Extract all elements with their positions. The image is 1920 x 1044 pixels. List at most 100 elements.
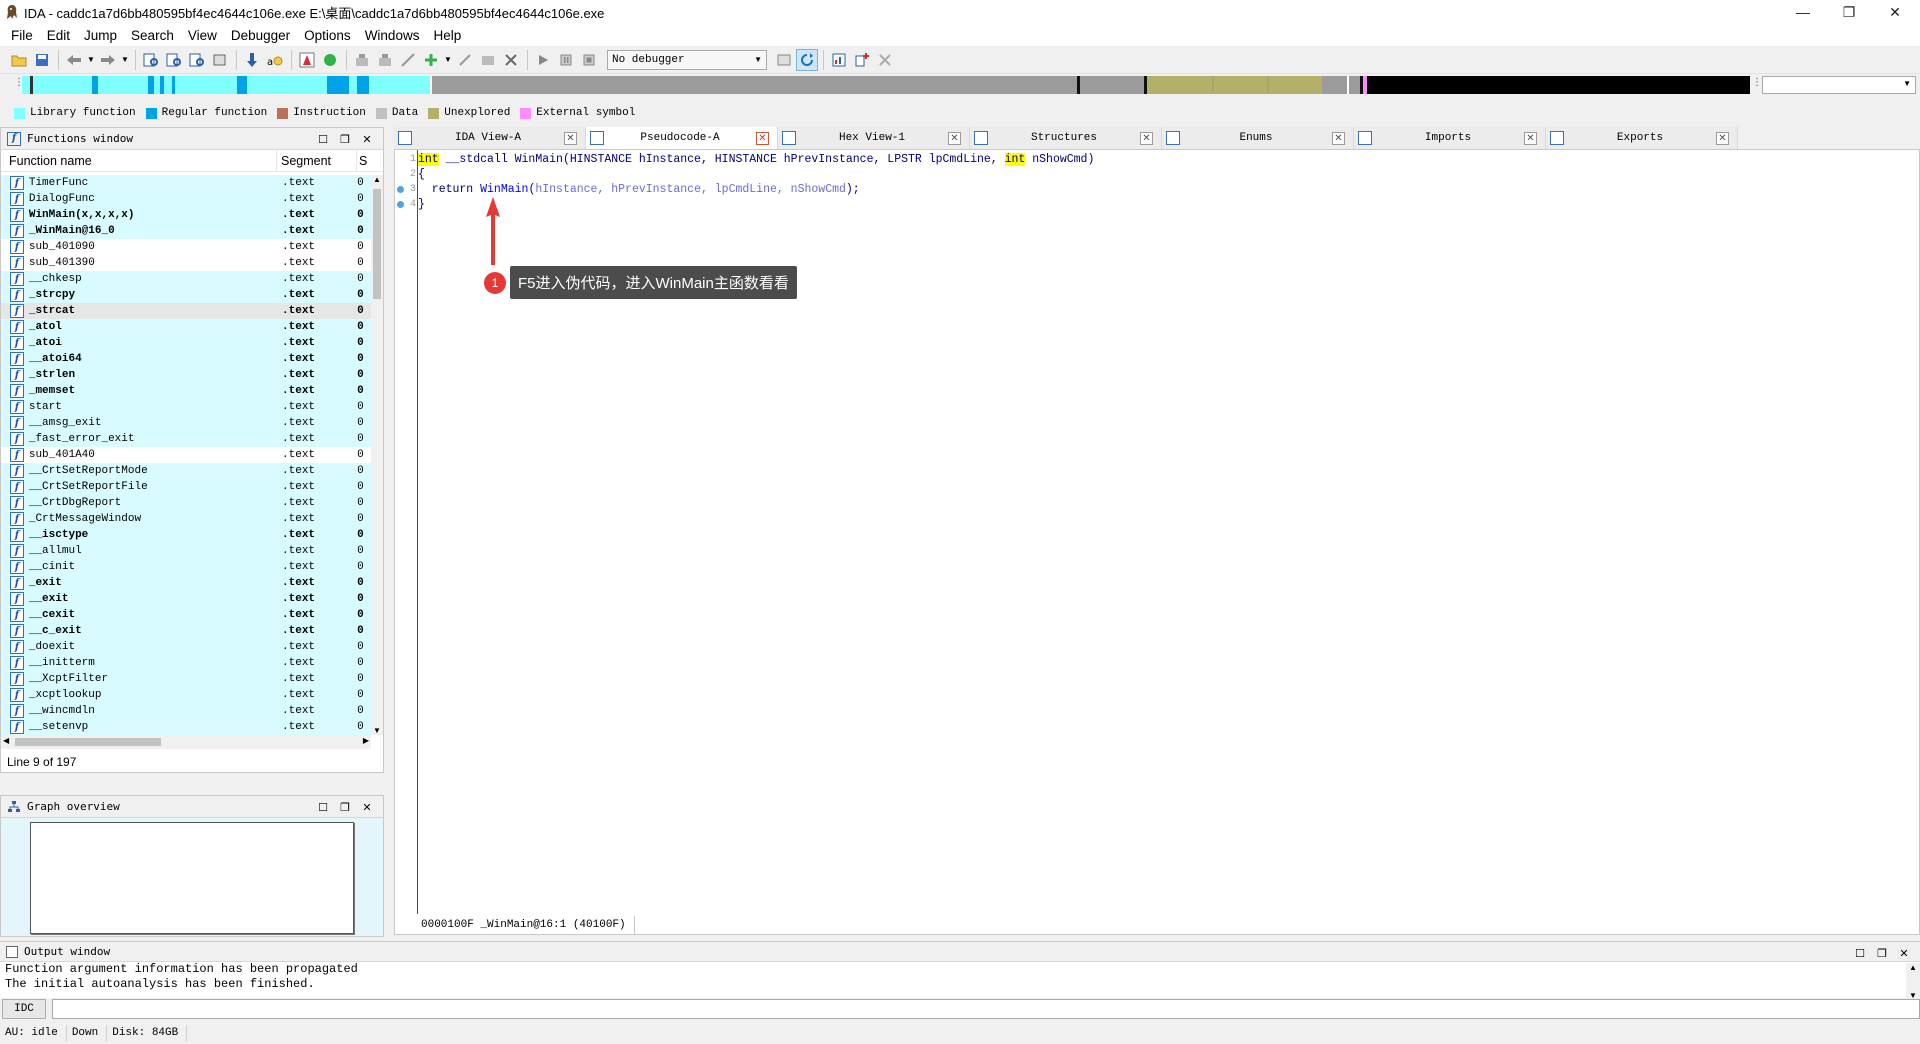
- scroll-down-icon[interactable]: ▼: [373, 726, 381, 735]
- function-row[interactable]: f _atol .text 0: [1, 319, 371, 335]
- graph-icon-4[interactable]: [454, 49, 476, 71]
- tab-imports[interactable]: Imports ✕: [1354, 127, 1546, 149]
- menu-edit[interactable]: Edit: [40, 28, 77, 43]
- immediate-search-icon[interactable]: [186, 49, 208, 71]
- debugger-select[interactable]: No debugger ▼: [607, 49, 767, 70]
- back-arrow-icon[interactable]: [63, 49, 85, 71]
- function-row[interactable]: f _WinMain@16_0 .text 0: [1, 223, 371, 239]
- maximize-icon[interactable]: ☐: [315, 131, 331, 147]
- column-function-name[interactable]: Function name: [1, 149, 277, 172]
- idc-button[interactable]: IDC: [2, 999, 46, 1019]
- float-icon[interactable]: ❐: [337, 131, 353, 147]
- close-window-button[interactable]: ✕: [1872, 0, 1918, 24]
- menu-options[interactable]: Options: [297, 28, 358, 43]
- function-row[interactable]: f sub_401A40 .text 0: [1, 447, 371, 463]
- minimize-button[interactable]: —: [1780, 0, 1826, 24]
- close-icon[interactable]: ✕: [564, 131, 577, 145]
- text-search-icon[interactable]: [163, 49, 185, 71]
- code-line-2[interactable]: {: [418, 167, 425, 182]
- function-row[interactable]: f __CrtDbgReport .text 0: [1, 495, 371, 511]
- tab-ida-view-a[interactable]: IDA View-A ✕: [394, 127, 586, 149]
- scroll-up-icon[interactable]: ▲: [1909, 963, 1917, 972]
- graph-overview-canvas[interactable]: [30, 822, 354, 934]
- menu-view[interactable]: View: [181, 28, 224, 43]
- graph-icon-2[interactable]: [374, 49, 396, 71]
- maximize-icon[interactable]: ☐: [315, 799, 331, 815]
- navigation-combo[interactable]: ▼: [1762, 76, 1916, 94]
- tab-hex-view-1[interactable]: Hex View-1 ✕: [778, 127, 970, 149]
- abc-icon[interactable]: [296, 49, 318, 71]
- scrollbar-thumb[interactable]: [373, 189, 381, 299]
- float-icon[interactable]: ❐: [1874, 945, 1890, 961]
- function-row[interactable]: f __amsg_exit .text 0: [1, 415, 371, 431]
- menu-jump[interactable]: Jump: [77, 28, 124, 43]
- function-row[interactable]: f __cinit .text 0: [1, 559, 371, 575]
- function-row[interactable]: f __initterm .text 0: [1, 655, 371, 671]
- tab-structures[interactable]: Structures ✕: [970, 127, 1162, 149]
- close-icon[interactable]: ✕: [359, 131, 375, 147]
- chevron-down-icon[interactable]: ▼: [120, 49, 130, 71]
- add-item-icon[interactable]: [851, 49, 873, 71]
- function-row[interactable]: f sub_401390 .text 0: [1, 255, 371, 271]
- function-row[interactable]: f _xcptlookup .text 0: [1, 687, 371, 703]
- close-icon[interactable]: ✕: [1140, 131, 1153, 145]
- output-scrollbar[interactable]: ▲ ▼: [1906, 963, 1920, 1000]
- close-icon[interactable]: ✕: [756, 131, 769, 145]
- graph-icon-3[interactable]: [397, 49, 419, 71]
- function-row[interactable]: f __CrtSetReportFile .text 0: [1, 479, 371, 495]
- close-icon[interactable]: ✕: [1716, 131, 1729, 145]
- function-row[interactable]: f __c_exit .text 0: [1, 623, 371, 639]
- close-icon[interactable]: ✕: [359, 799, 375, 815]
- scrollbar-thumb[interactable]: [15, 738, 161, 746]
- breakpoint-dot-icon[interactable]: [397, 201, 404, 208]
- stop-icon[interactable]: [578, 49, 600, 71]
- function-row[interactable]: f WinMain(x,x,x,x) .text 0: [1, 207, 371, 223]
- function-row[interactable]: f _atoi .text 0: [1, 335, 371, 351]
- function-row[interactable]: f __isctype .text 0: [1, 527, 371, 543]
- close-icon[interactable]: ✕: [1332, 131, 1345, 145]
- gutter-line[interactable]: 3: [395, 182, 417, 197]
- menu-search[interactable]: Search: [124, 28, 181, 43]
- menu-windows[interactable]: Windows: [358, 28, 427, 43]
- close-icon[interactable]: ✕: [1896, 945, 1912, 961]
- scroll-right-icon[interactable]: ▶: [363, 736, 369, 745]
- function-row[interactable]: f _doexit .text 0: [1, 639, 371, 655]
- refresh-icon[interactable]: [796, 48, 818, 71]
- chevron-down-icon[interactable]: ▼: [86, 49, 96, 71]
- debug-options-icon[interactable]: [773, 49, 795, 71]
- menu-help[interactable]: Help: [426, 28, 468, 43]
- column-start[interactable]: S: [357, 150, 371, 172]
- sequence-search-icon[interactable]: [209, 49, 231, 71]
- forward-arrow-icon[interactable]: [97, 49, 119, 71]
- function-row[interactable]: f __CrtSetReportMode .text 0: [1, 463, 371, 479]
- breakpoint-dot-icon[interactable]: [397, 186, 404, 193]
- function-row[interactable]: f __cexit .text 0: [1, 607, 371, 623]
- menu-debugger[interactable]: Debugger: [224, 28, 297, 43]
- add-breakpoint-icon[interactable]: [420, 49, 442, 71]
- function-row[interactable]: f DialogFunc .text 0: [1, 191, 371, 207]
- graph-icon-1[interactable]: [351, 49, 373, 71]
- tab-enums[interactable]: Enums ✕: [1162, 127, 1354, 149]
- tab-exports[interactable]: Exports ✕: [1546, 127, 1738, 149]
- save-icon[interactable]: [31, 49, 53, 71]
- function-row[interactable]: f TimerFunc .text 0: [1, 175, 371, 191]
- jump-down-icon[interactable]: [241, 49, 263, 71]
- maximize-icon[interactable]: ☐: [1852, 945, 1868, 961]
- binary-search-icon[interactable]: [140, 49, 162, 71]
- idc-command-input[interactable]: [52, 999, 1920, 1019]
- code-line-1[interactable]: int __stdcall WinMain(HINSTANCE hInstanc…: [418, 152, 1094, 167]
- function-row[interactable]: f sub_401090 .text 0: [1, 239, 371, 255]
- function-row[interactable]: f __XcptFilter .text 0: [1, 671, 371, 687]
- function-row[interactable]: f start .text 0: [1, 399, 371, 415]
- column-segment[interactable]: Segment: [277, 149, 357, 172]
- float-icon[interactable]: ❐: [337, 799, 353, 815]
- close-icon[interactable]: ✕: [948, 131, 961, 145]
- tab-pseudocode-a[interactable]: Pseudocode-A ✕: [586, 127, 778, 149]
- gutter-line[interactable]: 4: [395, 197, 417, 212]
- play-icon[interactable]: [532, 49, 554, 71]
- scroll-up-icon[interactable]: ▲: [373, 175, 381, 184]
- function-row[interactable]: f _strcpy .text 0: [1, 287, 371, 303]
- scroll-left-icon[interactable]: ◀: [3, 736, 9, 745]
- green-circle-icon[interactable]: [319, 49, 341, 71]
- functions-horizontal-scrollbar[interactable]: ◀ ▶: [1, 735, 371, 749]
